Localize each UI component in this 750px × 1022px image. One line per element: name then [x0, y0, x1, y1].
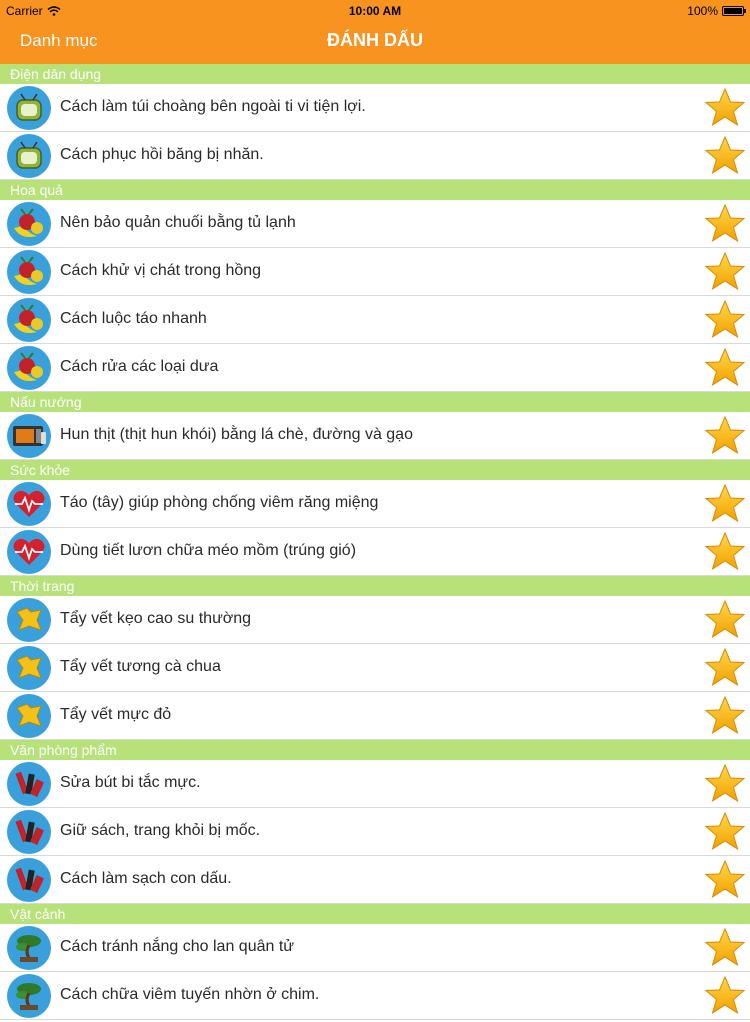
bookmark-list[interactable]: Điện dân dụng Cách làm túi choàng bên ngo… — [0, 64, 750, 1020]
star-icon[interactable] — [704, 251, 746, 293]
star-icon[interactable] — [704, 531, 746, 573]
list-item-label: Tẩy vết tương cà chua — [60, 658, 221, 675]
list-item[interactable]: Cách làm túi choàng bên ngoài ti vi tiện… — [0, 84, 750, 132]
list-item-label: Cách khử vị chát trong hồng — [60, 262, 262, 279]
list-item[interactable]: Cách luộc táo nhanh — [0, 296, 750, 344]
list-item[interactable]: Cách làm sạch con dấu. — [0, 856, 750, 904]
heart-icon — [7, 530, 51, 574]
list-item-label: Dùng tiết lươn chữa méo mồm (trúng gió) — [60, 542, 357, 559]
list-item[interactable]: Cách chữa viêm tuyến nhờn ở chim. — [0, 972, 750, 1020]
clothes-icon — [7, 598, 51, 642]
list-item[interactable]: Nên bảo quản chuối bằng tủ lạnh — [0, 200, 750, 248]
pens-icon — [7, 810, 51, 854]
list-item[interactable]: Dùng tiết lươn chữa méo mồm (trúng gió) — [0, 528, 750, 576]
star-icon[interactable] — [704, 87, 746, 129]
list-item[interactable]: Táo (tây) giúp phòng chống viêm răng miệ… — [0, 480, 750, 528]
list-item[interactable]: Cách rửa các loại dưa — [0, 344, 750, 392]
clothes-icon — [7, 694, 51, 738]
battery-icon — [722, 6, 746, 16]
star-icon[interactable] — [704, 599, 746, 641]
oven-icon — [7, 414, 51, 458]
star-icon[interactable] — [704, 299, 746, 341]
list-item[interactable]: Cách phục hồi băng bị nhăn. — [0, 132, 750, 180]
top-bar: Carrier 10:00 AM 100% Danh mục ĐÁNH DẤU — [0, 0, 750, 64]
pens-icon — [7, 762, 51, 806]
page-title: ĐÁNH DẤU — [327, 30, 423, 50]
bonsai-icon — [7, 974, 51, 1018]
list-item-label: Nên bảo quản chuối bằng tủ lạnh — [60, 214, 296, 231]
list-item-label: Táo (tây) giúp phòng chống viêm răng miệ… — [60, 494, 379, 511]
list-item[interactable]: Tẩy vết kẹo cao su thường — [0, 596, 750, 644]
list-item[interactable]: Cách khử vị chát trong hồng — [0, 248, 750, 296]
list-item[interactable]: Tẩy vết mực đỏ — [0, 692, 750, 740]
list-item-label: Cách làm túi choàng bên ngoài ti vi tiện… — [60, 98, 366, 115]
status-time: 10:00 AM — [348, 4, 402, 18]
star-icon[interactable] — [704, 695, 746, 737]
section-header: Thời trang — [0, 576, 750, 596]
section-header: Vật cảnh — [0, 904, 750, 924]
list-item-label: Giữ sách, trang khỏi bị mốc. — [60, 822, 261, 839]
fruit-icon — [7, 202, 51, 246]
list-item-label: Cách tránh nắng cho lan quân tử — [60, 938, 294, 955]
section-header: Sức khỏe — [0, 460, 750, 480]
list-item-label: Cách làm sạch con dấu. — [60, 870, 232, 887]
clothes-icon — [7, 646, 51, 690]
list-item-label: Cách phục hồi băng bị nhăn. — [60, 146, 264, 163]
star-icon[interactable] — [704, 763, 746, 805]
star-icon[interactable] — [704, 415, 746, 457]
list-item-label: Hun thịt (thịt hun khói) bằng lá chè, đư… — [60, 426, 413, 443]
status-bar: Carrier 10:00 AM 100% — [0, 0, 750, 22]
heart-icon — [7, 482, 51, 526]
tv-icon — [7, 86, 51, 130]
star-icon[interactable] — [704, 347, 746, 389]
star-icon[interactable] — [704, 483, 746, 525]
fruit-icon — [7, 298, 51, 342]
list-item[interactable]: Cách tránh nắng cho lan quân tử — [0, 924, 750, 972]
list-item-label: Tẩy vết mực đỏ — [60, 706, 172, 723]
section-header: Nấu nướng — [0, 392, 750, 412]
list-item[interactable]: Giữ sách, trang khỏi bị mốc. — [0, 808, 750, 856]
list-item[interactable]: Hun thịt (thịt hun khói) bằng lá chè, đư… — [0, 412, 750, 460]
star-icon[interactable] — [704, 927, 746, 969]
list-item[interactable]: Tẩy vết tương cà chua — [0, 644, 750, 692]
star-icon[interactable] — [704, 811, 746, 853]
list-item-label: Cách luộc táo nhanh — [60, 310, 207, 327]
battery-group: 100% — [687, 4, 746, 18]
star-icon[interactable] — [704, 135, 746, 177]
section-header: Điện dân dụng — [0, 64, 750, 84]
fruit-icon — [7, 346, 51, 390]
nav-bar: Danh mục ĐÁNH DẤU — [0, 22, 750, 64]
star-icon[interactable] — [704, 975, 746, 1017]
list-item-label: Cách chữa viêm tuyến nhờn ở chim. — [60, 986, 320, 1003]
star-icon[interactable] — [704, 203, 746, 245]
section-header: Hoa quả — [0, 180, 750, 200]
list-item-label: Cách rửa các loại dưa — [60, 358, 219, 375]
list-item-label: Tẩy vết kẹo cao su thường — [60, 610, 252, 627]
battery-percent: 100% — [687, 4, 718, 18]
fruit-icon — [7, 250, 51, 294]
list-item-label: Sửa bút bi tắc mực. — [60, 774, 201, 791]
tv-icon — [7, 134, 51, 178]
list-item[interactable]: Sửa bút bi tắc mực. — [0, 760, 750, 808]
pens-icon — [7, 858, 51, 902]
star-icon[interactable] — [704, 859, 746, 901]
bonsai-icon — [7, 926, 51, 970]
star-icon[interactable] — [704, 647, 746, 689]
section-header: Văn phòng phẩm — [0, 740, 750, 760]
